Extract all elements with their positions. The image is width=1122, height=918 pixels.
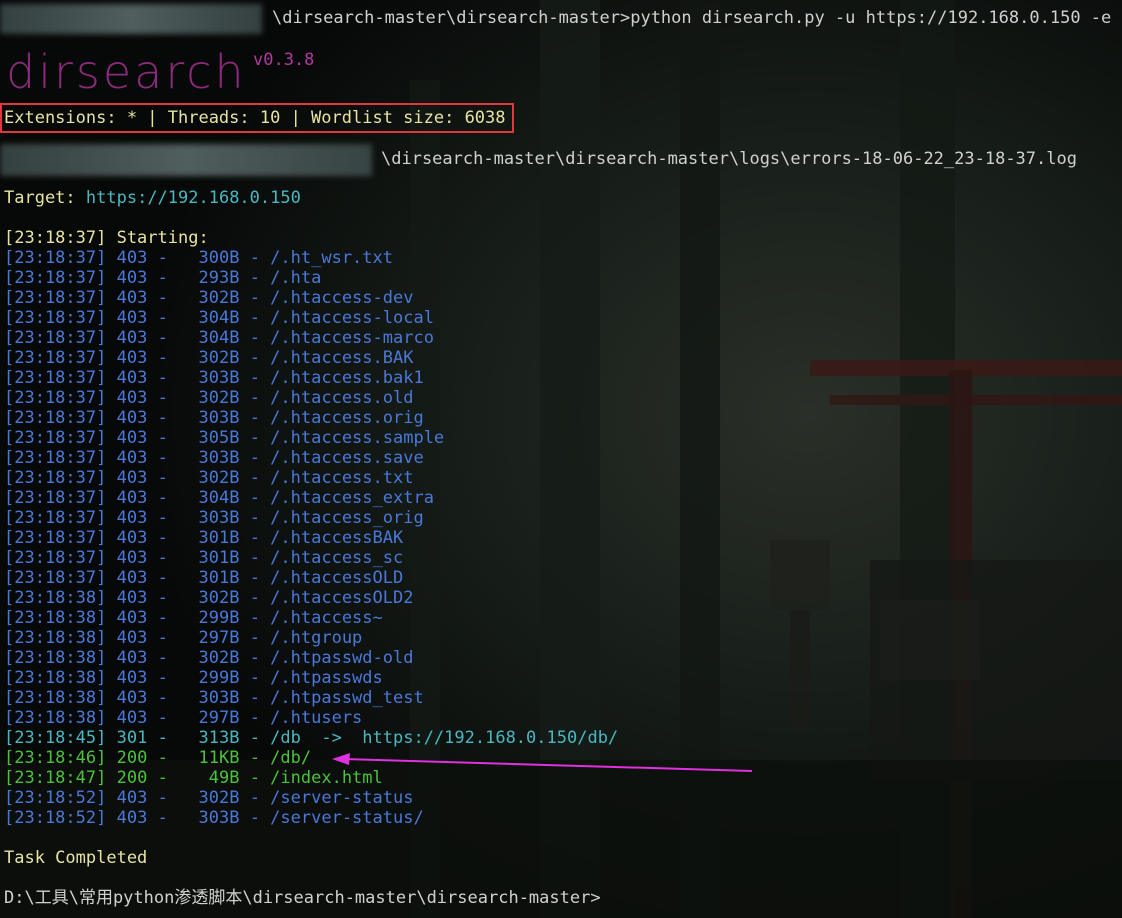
terminal-window: \dirsearch-master\dirsearch-master>pytho… xyxy=(0,0,1122,918)
annotation-arrow xyxy=(332,753,753,772)
